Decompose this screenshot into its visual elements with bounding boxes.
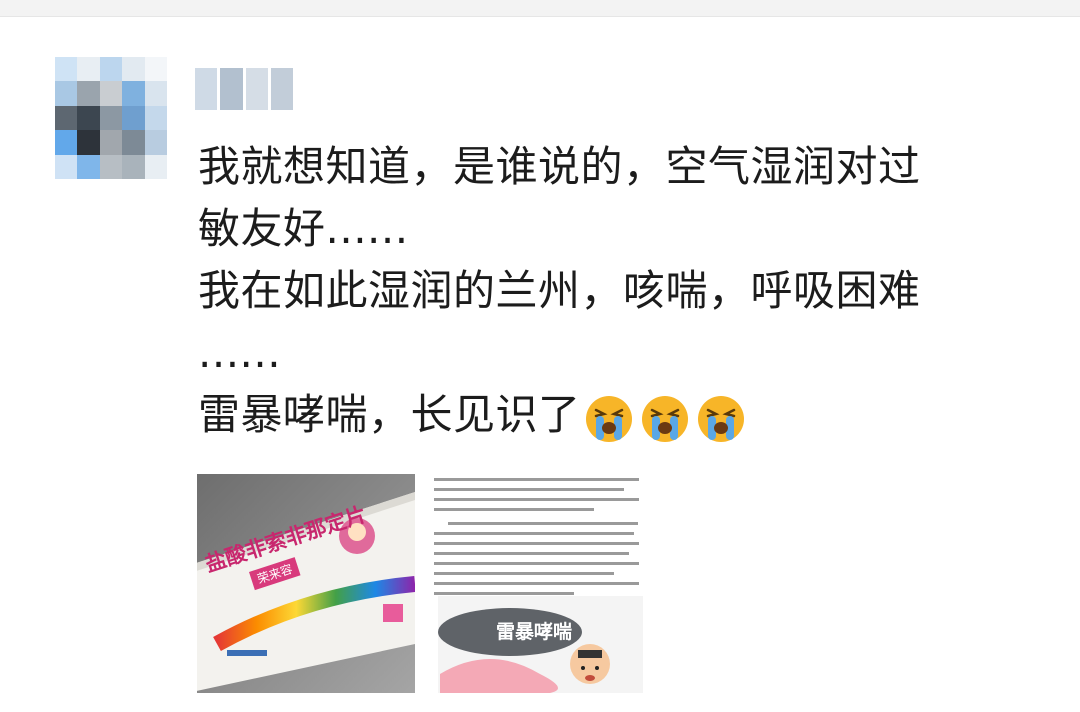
- post-line: 雷暴哮喘，长见识了: [198, 390, 581, 439]
- post-line-with-emoji: 雷暴哮喘，长见识了: [198, 384, 1028, 446]
- article-banner: 雷暴哮喘: [496, 621, 573, 643]
- top-divider: [0, 0, 1080, 17]
- medicine-box-illustration: [197, 474, 415, 693]
- cry-emoji-icon: [585, 395, 632, 442]
- post-line: ......: [198, 328, 282, 377]
- post-image-medicine-box[interactable]: 盐酸非索非那定片 荣来容: [197, 474, 415, 693]
- post-image-article[interactable]: 雷暴哮喘: [430, 474, 649, 693]
- post-line: 敏友好......: [198, 204, 409, 253]
- cry-emoji-icon: [641, 395, 688, 442]
- article-text-lines: [430, 474, 649, 693]
- cry-emoji-icon: [697, 395, 744, 442]
- emoji-row: [583, 392, 747, 444]
- post-text: 我就想知道，是谁说的，空气湿润对过 敏友好...... 我在如此湿润的兰州，咳喘…: [198, 136, 1028, 446]
- avatar[interactable]: [55, 57, 167, 179]
- post-line: 我就想知道，是谁说的，空气湿润对过: [198, 142, 921, 191]
- username-blurred[interactable]: [195, 68, 293, 110]
- post-line: 我在如此湿润的兰州，咳喘，呼吸困难: [198, 266, 921, 315]
